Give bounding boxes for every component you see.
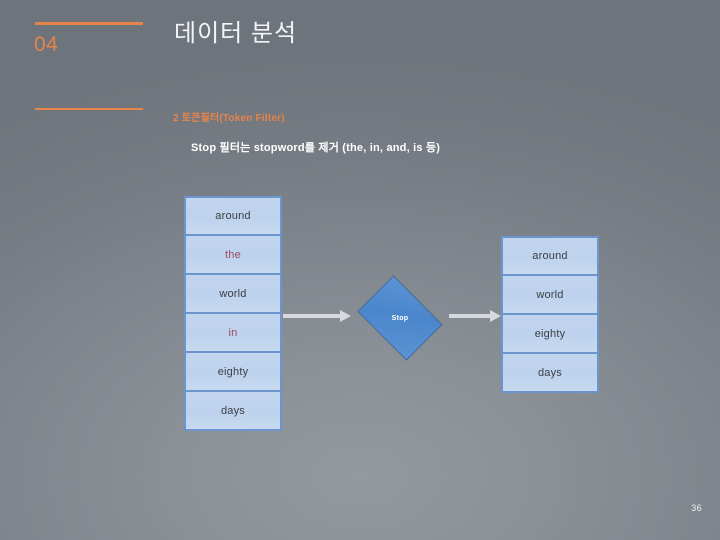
arrow-head-icon [340, 310, 351, 322]
token-label: world [219, 287, 247, 300]
token-label: days [220, 404, 246, 417]
section-description: Stop 필터는 stopword를 제거 (the, in, and, is … [191, 142, 441, 154]
input-token-box: around [184, 196, 282, 236]
arrow-shaft [283, 314, 340, 318]
input-token-box: eighty [184, 352, 282, 392]
accent-rule-middle [35, 108, 143, 110]
accent-rule-top [35, 22, 143, 25]
token-label: days [537, 366, 563, 379]
token-label: around [215, 210, 251, 222]
token-label: eighty [217, 365, 249, 378]
section-heading: 2 토큰필터(Token Filter) [173, 113, 285, 124]
output-token-box: around [501, 236, 599, 276]
token-label: eighty [534, 327, 566, 340]
token-label: the [225, 248, 241, 261]
output-token-box: eighty [501, 314, 599, 354]
stop-filter-label: Stop [391, 314, 409, 322]
page-number: 36 [691, 503, 702, 513]
output-token-box: world [501, 275, 599, 315]
slide-number-label: 04 [34, 33, 59, 56]
token-label: around [532, 250, 568, 262]
input-token-box: in [184, 313, 282, 353]
input-token-box: world [184, 274, 282, 314]
input-token-box: days [184, 391, 282, 431]
token-label: world [536, 288, 564, 301]
arrow-input-to-filter [283, 310, 351, 322]
token-label: in [228, 326, 238, 339]
arrow-shaft [449, 314, 490, 318]
slide-canvas: 04 데이터 분석 2 토큰필터(Token Filter) Stop 필터는 … [0, 0, 720, 540]
input-token-list: around the world in eighty days [184, 196, 282, 431]
page-title: 데이터 분석 [174, 20, 298, 47]
input-token-box: the [184, 235, 282, 275]
arrow-head-icon [490, 310, 501, 322]
output-token-box: days [501, 353, 599, 393]
output-token-list: around world eighty days [501, 236, 599, 393]
stop-filter-node: Stop [351, 275, 449, 361]
arrow-filter-to-output [449, 310, 501, 322]
